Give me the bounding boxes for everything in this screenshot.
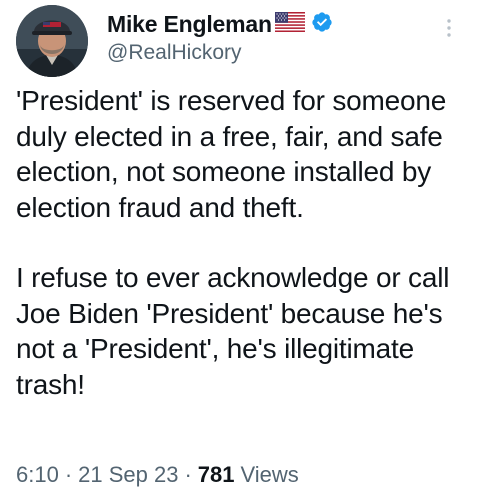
tweet-paragraph-2: I refuse to ever acknowledge or call Joe… (16, 262, 450, 400)
tweet-paragraph-1: 'President' is reserved for someone duly… (16, 85, 447, 223)
author-names: Mike Engleman @RealHickory (107, 9, 333, 65)
views-count: 781 (197, 462, 235, 487)
avatar[interactable] (16, 5, 88, 77)
separator: · (64, 462, 73, 487)
us-flag-icon (274, 11, 305, 37)
tweet-date[interactable]: 21 Sep 23 (78, 462, 178, 488)
more-options-button[interactable] (438, 13, 460, 43)
separator: · (184, 462, 192, 487)
name-row: Mike Engleman (107, 9, 333, 39)
more-vertical-icon (447, 19, 451, 37)
handle[interactable]: @RealHickory (107, 41, 333, 65)
tweet-header: Mike Engleman @RealHickory (16, 3, 466, 77)
display-name[interactable]: Mike Engleman (107, 11, 272, 38)
verified-badge-icon (311, 11, 333, 38)
views-label: Views (240, 462, 299, 487)
tweet-time[interactable]: 6:10 (16, 462, 59, 488)
tweet-meta: 6:10 · 21 Sep 23 · 781 Views (16, 462, 299, 488)
tweet-text: 'President' is reserved for someone duly… (16, 83, 468, 402)
